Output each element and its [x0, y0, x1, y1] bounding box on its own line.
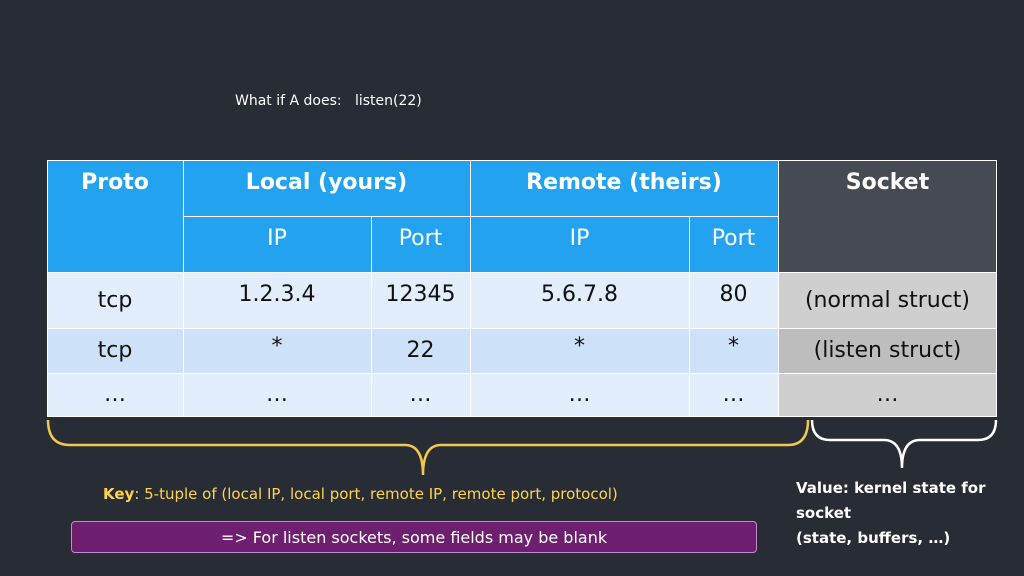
value-line-2: socket: [796, 504, 852, 522]
listen-note-text: => For listen sockets, some fields may b…: [220, 527, 608, 547]
value-brace: [810, 419, 998, 469]
key-description: Key: 5-tuple of (local IP, local port, r…: [103, 485, 618, 503]
value-description: Value: kernel state for socket (state, b…: [796, 476, 1016, 551]
key-brace: [46, 419, 810, 476]
key-text: 5-tuple of (local IP, local port, remote…: [144, 485, 618, 503]
key-label: Key: [103, 485, 135, 503]
value-line-1: Value: kernel state for: [796, 479, 986, 497]
listen-note-box: => For listen sockets, some fields may b…: [71, 521, 757, 553]
value-line-3: (state, buffers, …): [796, 529, 951, 547]
